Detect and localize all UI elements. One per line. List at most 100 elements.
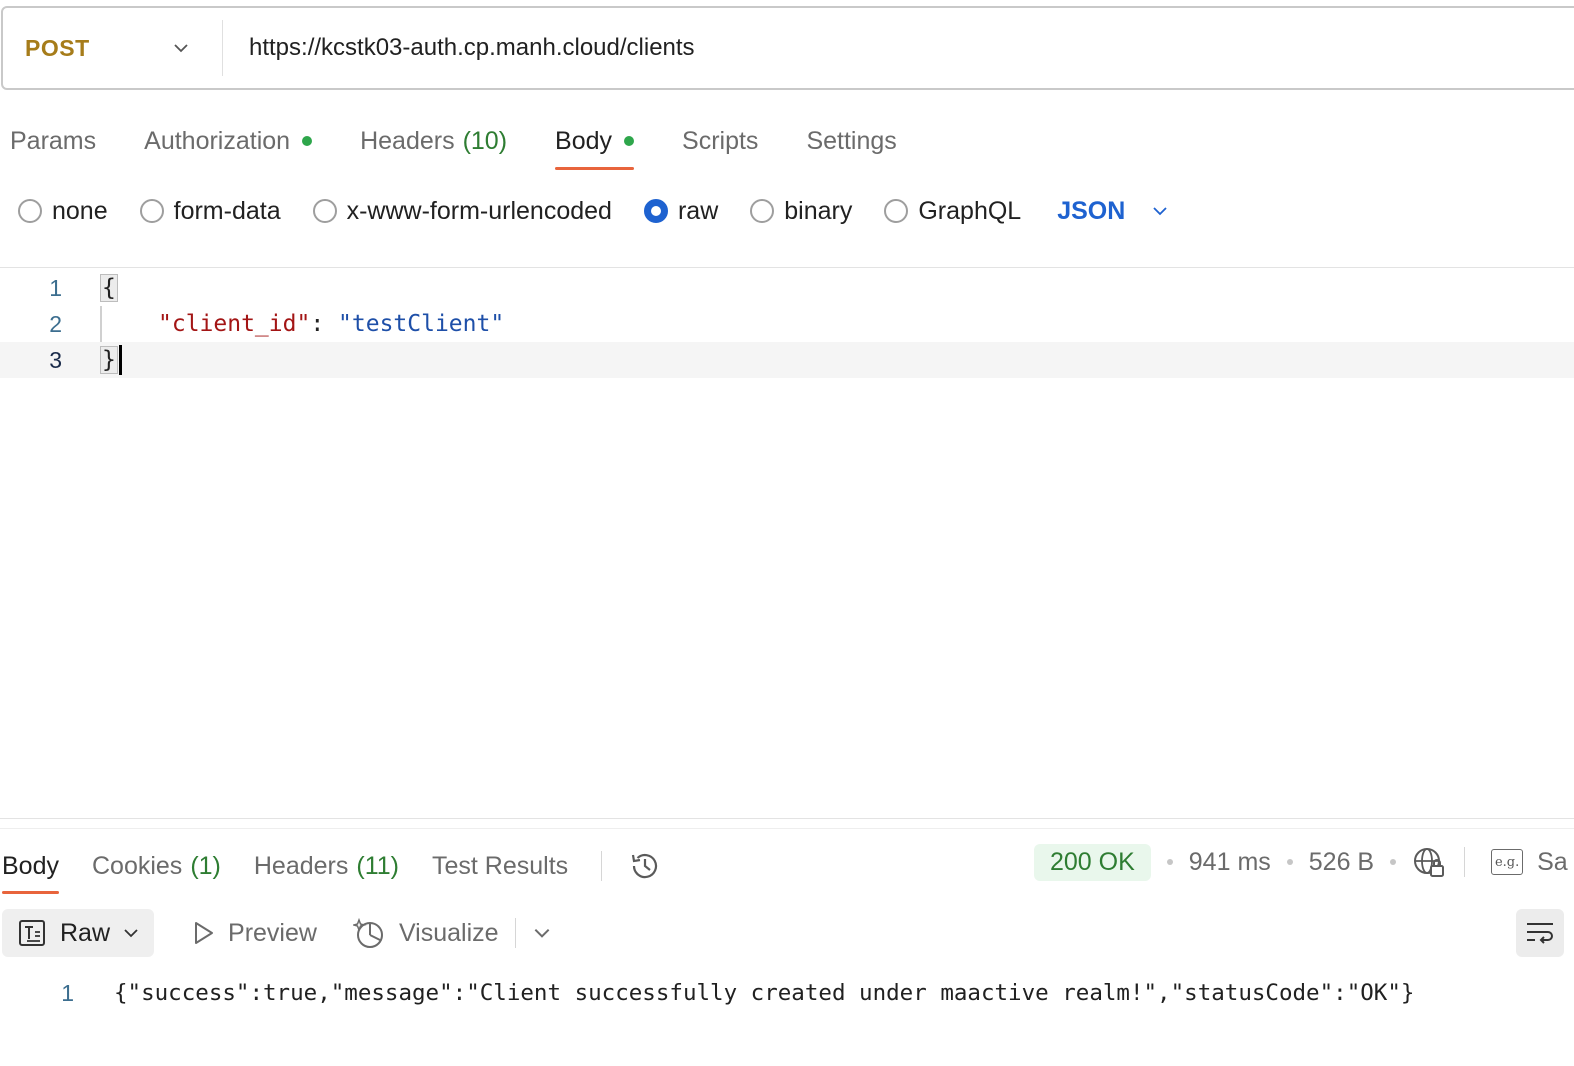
view-mode-select[interactable]: Raw: [2, 909, 155, 957]
radio-label: raw: [677, 196, 719, 225]
separator-dot: [1166, 859, 1173, 865]
history-icon[interactable]: [628, 849, 662, 883]
request-body-editor[interactable]: 1 { 2 "client_id": "testClient" 3 }: [0, 270, 1574, 815]
visualize-label: Visualize: [398, 918, 499, 947]
radio-label: binary: [784, 196, 853, 225]
request-tabs: Params Authorization Headers (10) Body Sc…: [10, 112, 945, 172]
tab-scripts[interactable]: Scripts: [682, 112, 758, 170]
tab-headers[interactable]: Headers (10): [360, 112, 507, 170]
tab-count: (10): [462, 126, 508, 155]
visualize-button[interactable]: Visualize: [352, 916, 499, 950]
editor-line: 2 "client_id": "testClient": [0, 306, 1574, 342]
response-json: {"success":true,"message":"Client succes…: [114, 980, 1415, 1006]
pane-splitter[interactable]: [0, 818, 1574, 819]
view-mode-label: Raw: [60, 918, 111, 947]
response-tabs: Body Cookies (1) Headers (11) Test Results: [2, 838, 662, 894]
editor-line-current: 3 }: [0, 342, 1574, 378]
tab-label: Body: [2, 851, 59, 880]
network-globe-lock-icon[interactable]: [1412, 845, 1446, 879]
modified-dot: [302, 136, 313, 146]
response-size[interactable]: 526 B: [1309, 848, 1374, 877]
response-body[interactable]: 1 {"success":true,"message":"Client succ…: [0, 975, 1414, 1011]
line-number: 2: [49, 310, 62, 337]
tab-params[interactable]: Params: [10, 112, 96, 170]
body-type-graphql[interactable]: GraphQL: [884, 197, 1021, 226]
radio-label: x-www-form-urlencoded: [346, 196, 612, 225]
preview-button[interactable]: Preview: [190, 919, 317, 948]
status-badge[interactable]: 200 OK: [1034, 843, 1151, 881]
radio-button[interactable]: [312, 199, 337, 223]
chevron-down-icon: [1153, 207, 1167, 216]
code-text: }: [100, 345, 122, 375]
text-format-icon: [19, 920, 45, 946]
radio-label: none: [52, 196, 108, 225]
wrap-lines-button[interactable]: [1516, 909, 1564, 957]
play-icon: [195, 922, 214, 944]
divider: [601, 851, 603, 881]
body-type-raw[interactable]: raw: [643, 196, 719, 226]
radio-button[interactable]: [884, 199, 909, 223]
divider: [0, 267, 1574, 268]
request-url-bar: POST: [1, 6, 1574, 90]
body-type-urlencoded[interactable]: x-www-form-urlencoded: [312, 196, 612, 226]
tab-label: Authorization: [144, 126, 291, 155]
editor-line: 1 {: [0, 270, 1574, 306]
divider: [1464, 847, 1466, 877]
tab-body[interactable]: Body: [555, 112, 635, 170]
response-tab-cookies[interactable]: Cookies (1): [92, 838, 221, 894]
method-label: POST: [25, 34, 90, 61]
matched-brace: {: [100, 274, 118, 302]
body-type-selector: none form-data x-www-form-urlencoded raw…: [18, 190, 1169, 232]
preview-label: Preview: [228, 918, 317, 947]
tab-authorization[interactable]: Authorization: [144, 112, 313, 170]
response-tab-test-results[interactable]: Test Results: [432, 838, 568, 894]
url-input[interactable]: [249, 34, 1449, 62]
tab-label: Settings: [806, 126, 897, 155]
chevron-down-icon: [124, 929, 138, 938]
wrap-lines-icon: [1527, 923, 1553, 944]
code-text: "client_id": "testClient": [158, 311, 504, 337]
body-type-none[interactable]: none: [18, 197, 108, 226]
tab-label: Scripts: [682, 126, 759, 155]
json-string: "testClient": [338, 311, 505, 337]
line-number: 3: [49, 346, 62, 373]
format-label: JSON: [1057, 196, 1126, 225]
body-type-binary[interactable]: binary: [750, 197, 852, 226]
response-meta: 200 OK 941 ms 526 B e.g. Sa: [1034, 842, 1568, 882]
json-key: "client_id": [158, 311, 311, 337]
line-number: 1: [49, 274, 62, 301]
response-view-toolbar: Raw Preview Visualize: [2, 909, 552, 957]
radio-button[interactable]: [18, 199, 42, 223]
tab-count: (1): [190, 851, 221, 880]
tab-label: Headers: [360, 126, 455, 155]
divider: [514, 918, 516, 948]
json-colon: :: [310, 311, 339, 337]
response-tab-body[interactable]: Body: [2, 838, 59, 894]
radio-button-selected[interactable]: [643, 199, 668, 223]
radio-button[interactable]: [139, 199, 164, 223]
tab-label: Cookies: [91, 851, 183, 880]
tab-label: Body: [555, 126, 613, 155]
method-select[interactable]: POST: [3, 20, 223, 76]
divider: [0, 828, 1574, 829]
separator-dot: [1286, 859, 1293, 865]
tab-label: Test Results: [431, 851, 569, 880]
radio-button[interactable]: [750, 199, 775, 223]
save-example-icon[interactable]: e.g.: [1491, 849, 1524, 875]
text-cursor: [118, 345, 122, 375]
radio-label: form-data: [173, 196, 281, 225]
radio-label: GraphQL: [918, 196, 1022, 225]
chevron-down-icon: [174, 44, 188, 53]
format-select[interactable]: JSON: [1057, 197, 1169, 226]
code-text: {: [100, 274, 118, 302]
tab-label: Params: [10, 126, 97, 155]
tab-label: Headers: [253, 851, 349, 880]
line-number: 1: [61, 979, 74, 1006]
response-time[interactable]: 941 ms: [1189, 848, 1271, 877]
save-response-label[interactable]: Sa: [1537, 848, 1568, 877]
tab-settings[interactable]: Settings: [806, 112, 896, 170]
response-tab-headers[interactable]: Headers (11): [254, 838, 399, 894]
body-type-form-data[interactable]: form-data: [139, 196, 281, 226]
chevron-down-icon[interactable]: [532, 923, 552, 943]
separator-dot: [1390, 859, 1397, 865]
